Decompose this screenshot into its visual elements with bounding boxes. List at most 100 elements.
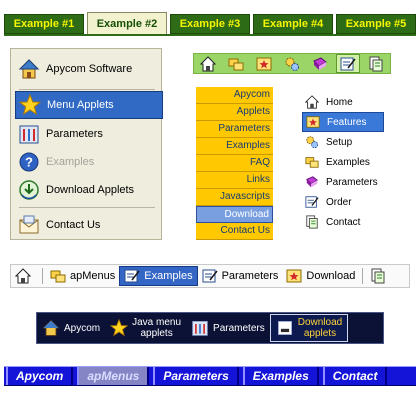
icon-list-menu: Home Features Setup Examples Parameters …	[302, 92, 414, 232]
vmenu-item-label: Contact Us	[46, 219, 101, 231]
toolbar-label: Java menu	[132, 317, 182, 328]
vmenu-item-apycom-software[interactable]: Apycom Software	[15, 55, 157, 83]
tab-underline	[4, 34, 416, 36]
vmenu-item-label: Apycom Software	[46, 63, 133, 75]
download-applets-button[interactable]: Download applets	[269, 314, 349, 342]
tab-example-2[interactable]: Example #2	[87, 12, 167, 34]
toolbar-label-line2: applets	[140, 328, 173, 339]
tab-contact[interactable]: Contact	[322, 367, 388, 385]
list-item-label: Parameters	[326, 176, 378, 188]
toolbar-label: Examples	[144, 270, 193, 282]
list-item-label: Home	[326, 96, 353, 108]
tab-examples[interactable]: Examples	[242, 367, 319, 385]
list-item-order[interactable]: Order	[302, 192, 414, 212]
icon-toolbar	[193, 53, 391, 74]
java-menu-applets-button[interactable]: Java menu applets	[105, 314, 186, 342]
toolbar-label: Download	[306, 270, 356, 282]
ymenu-item-apycom[interactable]: Apycom	[196, 87, 273, 104]
help-icon: ?	[17, 150, 41, 174]
ymenu-item-javascripts[interactable]: Javascripts	[196, 189, 273, 206]
download-button[interactable]: Download	[282, 266, 359, 286]
vmenu-item-label: Menu Applets	[47, 99, 114, 111]
home-button[interactable]	[11, 266, 39, 286]
document-button[interactable]	[366, 266, 394, 286]
list-item-examples[interactable]: Examples	[302, 152, 414, 172]
list-item-home[interactable]: Home	[302, 92, 414, 112]
toolbar-label-group: Download applets	[298, 317, 342, 339]
list-item-label: Contact	[326, 216, 361, 228]
ymenu-item-contact-us[interactable]: Contact Us	[196, 223, 273, 240]
document-icon	[370, 268, 386, 284]
vmenu-item-contact-us[interactable]: Contact Us	[15, 211, 157, 239]
star-box-icon	[305, 114, 321, 130]
vmenu-item-menu-applets[interactable]: Menu Applets	[15, 91, 163, 119]
toolbar-separator	[362, 268, 364, 284]
list-item-label: Setup	[326, 136, 353, 148]
apycom-button[interactable]: Apycom	[37, 314, 105, 342]
examples-button[interactable]: Examples	[119, 266, 198, 286]
vmenu-item-examples[interactable]: ? Examples	[15, 148, 157, 176]
star-box-icon[interactable]	[252, 54, 276, 73]
note-edit-icon	[202, 268, 218, 284]
parameters-icon	[191, 319, 209, 337]
vmenu-item-label: Parameters	[46, 128, 103, 140]
toolbar-label: Apycom	[64, 322, 101, 334]
list-item-features[interactable]: Features	[302, 112, 384, 132]
vmenu-item-label: Examples	[46, 156, 95, 168]
tab-apmenus[interactable]: apMenus	[77, 367, 150, 385]
parameters-button[interactable]: Parameters	[186, 314, 270, 342]
toolbar-label: Parameters	[213, 322, 265, 334]
vmenu-divider	[19, 89, 155, 90]
download-box-icon	[276, 319, 294, 337]
note-edit-icon	[124, 268, 140, 284]
download-icon	[17, 178, 41, 202]
vertical-menu: Apycom Software Menu Applets Parameters …	[10, 48, 163, 240]
ymenu-item-download[interactable]: Download	[196, 206, 273, 223]
note-edit-icon	[304, 194, 320, 210]
note-edit-icon[interactable]	[336, 54, 360, 73]
ymenu-item-examples[interactable]: Examples	[196, 138, 273, 155]
star-icon	[110, 319, 129, 337]
dark-toolbar: Apycom Java menu applets Parameters Down…	[36, 312, 384, 344]
book-icon	[304, 174, 320, 190]
vmenu-divider	[19, 207, 155, 208]
tab-example-5[interactable]: Example #5	[336, 14, 416, 34]
toolbar-label: apMenus	[70, 270, 116, 282]
book-icon[interactable]	[308, 54, 332, 73]
document-icon[interactable]	[364, 54, 388, 73]
ymenu-item-applets[interactable]: Applets	[196, 104, 273, 121]
list-item-setup[interactable]: Setup	[302, 132, 414, 152]
vmenu-item-download-applets[interactable]: Download Applets	[15, 176, 157, 204]
ymenu-item-links[interactable]: Links	[196, 172, 273, 189]
vmenu-item-parameters[interactable]: Parameters	[15, 120, 157, 148]
horizontal-toolbar: apMenus Examples Parameters Download	[10, 264, 410, 288]
toolbar-label-group: Java menu applets	[132, 317, 181, 339]
vmenu-item-label: Download Applets	[46, 184, 135, 196]
star-box-icon	[286, 268, 302, 284]
ymenu-item-parameters[interactable]: Parameters	[196, 121, 273, 138]
house-icon[interactable]	[196, 54, 220, 73]
list-item-label: Features	[327, 116, 367, 128]
star-icon	[18, 93, 42, 117]
house-icon	[15, 268, 31, 284]
house-icon	[17, 57, 41, 81]
example-tabs: Example #1 Example #2 Example #3 Example…	[4, 12, 416, 34]
folders-icon[interactable]	[224, 54, 248, 73]
parameters-icon	[17, 122, 41, 146]
tab-parameters[interactable]: Parameters	[153, 367, 239, 385]
tab-apycom[interactable]: Apycom	[6, 367, 74, 385]
gears-icon[interactable]	[280, 54, 304, 73]
parameters-button[interactable]: Parameters	[198, 266, 283, 286]
house-icon	[304, 94, 320, 110]
tab-example-3[interactable]: Example #3	[170, 14, 250, 34]
tab-example-1[interactable]: Example #1	[4, 14, 84, 34]
ymenu-item-faq[interactable]: FAQ	[196, 155, 273, 172]
list-item-contact[interactable]: Contact	[302, 212, 414, 232]
mail-icon	[17, 213, 41, 237]
list-item-parameters[interactable]: Parameters	[302, 172, 414, 192]
house-icon	[42, 319, 60, 337]
svg-text:?: ?	[25, 155, 33, 170]
apmenus-button[interactable]: apMenus	[46, 266, 119, 286]
tab-example-4[interactable]: Example #4	[253, 14, 333, 34]
document-icon	[304, 214, 320, 230]
